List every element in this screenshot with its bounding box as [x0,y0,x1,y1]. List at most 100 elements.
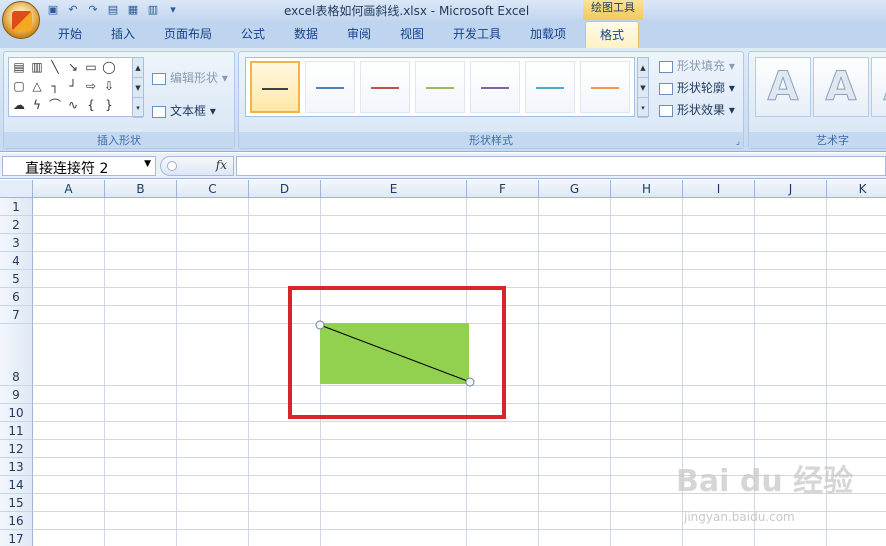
chevron-up-icon[interactable]: ▲ [638,58,648,78]
wordart-style-1[interactable]: A [755,57,811,117]
formula-input[interactable] [236,156,886,176]
tab-data[interactable]: 数据 [294,25,318,42]
chevron-up-icon[interactable]: ▲ [133,58,143,78]
shape-style-6[interactable] [525,61,575,113]
row-header-11[interactable]: 11 [0,422,33,440]
more-icon[interactable]: ▾ [133,98,143,118]
table-icon[interactable]: ▦ [126,3,140,17]
down-arrow-shape-icon[interactable]: ⇩ [102,79,116,93]
curve-shape-icon[interactable]: ∿ [66,98,80,112]
vertical-textbox-shape-icon[interactable]: ▥ [30,60,44,74]
row-header-13[interactable]: 13 [0,458,33,476]
tab-review[interactable]: 审阅 [347,25,371,42]
elbow-arrow-shape-icon[interactable]: ┘ [66,79,80,93]
row-header-16[interactable]: 16 [0,512,33,530]
row-header-4[interactable]: 4 [0,252,33,270]
row-header-5[interactable]: 5 [0,270,33,288]
row-header-6[interactable]: 6 [0,288,33,306]
tab-formulas[interactable]: 公式 [241,25,265,42]
column-header-c[interactable]: C [177,180,249,198]
row-header-1[interactable]: 1 [0,198,33,216]
shapes-gallery[interactable]: ▤ ▥ ╲ ↘ ▭ ◯ ▢ △ ┐ ┘ ⇨ ⇩ ☁ ϟ ⌒ ∿ { } [8,57,134,117]
customize-qat-icon[interactable]: ▾ [166,3,180,17]
shape-style-3[interactable] [360,61,410,113]
tab-developer[interactable]: 开发工具 [453,25,501,42]
row-header-9[interactable]: 9 [0,386,33,404]
tab-view[interactable]: 视图 [400,25,424,42]
dialog-launcher-icon[interactable]: ⌟ [736,137,740,147]
rectangle-shape-icon[interactable]: ▭ [84,60,98,74]
redo-icon[interactable]: ↷ [86,3,100,17]
shape-style-7[interactable] [580,61,630,113]
styles-gallery-scroll[interactable]: ▲ ▼ ▾ [637,57,649,118]
tab-format[interactable]: 格式 [585,21,640,48]
lightning-shape-icon[interactable]: ϟ [30,98,44,112]
row-header-2[interactable]: 2 [0,216,33,234]
group-label-shape-styles: 形状样式 [239,132,743,148]
row-header-3[interactable]: 3 [0,234,33,252]
column-header-k[interactable]: K [827,180,886,198]
line-shape-icon[interactable]: ╲ [48,60,62,74]
tab-page-layout[interactable]: 页面布局 [164,25,212,42]
column-header-f[interactable]: F [467,180,539,198]
row-header-14[interactable]: 14 [0,476,33,494]
row-header-15[interactable]: 15 [0,494,33,512]
text-box-button[interactable]: 文本框 ▾ [152,102,216,119]
shape-styles-gallery[interactable] [245,57,635,117]
textbox-shape-icon[interactable]: ▤ [12,60,26,74]
shapes-gallery-scroll[interactable]: ▲ ▼ ▾ [132,57,144,118]
rounded-rect-shape-icon[interactable]: ▢ [12,79,26,93]
elbow-connector-shape-icon[interactable]: ┐ [48,79,62,93]
arrow-line-shape-icon[interactable]: ↘ [66,60,80,74]
undo-icon[interactable]: ↶ [66,3,80,17]
arc-shape-icon[interactable]: ⌒ [48,98,62,112]
column-header-e[interactable]: E [321,180,467,198]
column-header-i[interactable]: I [683,180,755,198]
print-icon[interactable]: ▤ [106,3,120,17]
wordart-style-3[interactable]: A [871,57,886,117]
shape-fill-button[interactable]: 形状填充 ▾ [659,57,735,74]
style-line-sample [536,87,564,89]
row-header-7[interactable]: 7 [0,306,33,324]
row-header-17[interactable]: 17 [0,530,33,546]
name-box[interactable]: 直接连接符 2 ▼ [2,156,156,177]
shape-effects-button[interactable]: 形状效果 ▾ [659,101,735,118]
columns-icon[interactable]: ▥ [146,3,160,17]
wordart-style-2[interactable]: A [813,57,869,117]
row-header-12[interactable]: 12 [0,440,33,458]
style-line-sample [316,87,344,89]
chevron-down-icon[interactable]: ▼ [133,78,143,98]
column-header-a[interactable]: A [33,180,105,198]
right-arrow-shape-icon[interactable]: ⇨ [84,79,98,93]
shape-style-1[interactable] [250,61,300,113]
shape-style-5[interactable] [470,61,520,113]
triangle-shape-icon[interactable]: △ [30,79,44,93]
shape-style-4[interactable] [415,61,465,113]
select-all-corner[interactable] [0,180,33,198]
tab-add-ins[interactable]: 加载项 [530,25,566,42]
office-button[interactable] [2,1,40,39]
shape-outline-button[interactable]: 形状轮廓 ▾ [659,79,735,96]
expand-handle-icon[interactable] [167,161,177,171]
tab-home[interactable]: 开始 [58,25,82,42]
row-header-8[interactable]: 8 [0,324,33,386]
row-header-10[interactable]: 10 [0,404,33,422]
fx-icon[interactable]: fx [216,158,227,172]
column-header-d[interactable]: D [249,180,321,198]
column-header-h[interactable]: H [611,180,683,198]
save-icon[interactable]: ▣ [46,3,60,17]
tab-insert[interactable]: 插入 [111,25,135,42]
shape-style-2[interactable] [305,61,355,113]
column-header-b[interactable]: B [105,180,177,198]
gridline-horizontal [33,421,886,422]
more-icon[interactable]: ▾ [638,98,648,118]
column-header-j[interactable]: J [755,180,827,198]
chevron-down-icon[interactable]: ▼ [638,78,648,98]
chevron-down-icon[interactable]: ▼ [144,159,151,169]
oval-shape-icon[interactable]: ◯ [102,60,116,74]
cloud-shape-icon[interactable]: ☁ [12,98,26,112]
left-brace-shape-icon[interactable]: { [84,98,98,112]
edit-shape-button[interactable]: 编辑形状 ▾ [152,69,228,86]
column-header-g[interactable]: G [539,180,611,198]
right-brace-shape-icon[interactable]: } [102,98,116,112]
